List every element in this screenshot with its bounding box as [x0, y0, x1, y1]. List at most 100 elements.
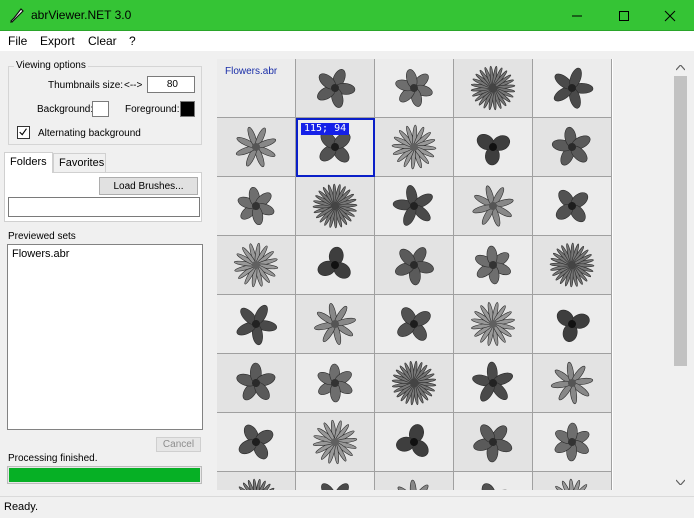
brush-thumbnail[interactable] [454, 295, 533, 354]
brush-thumbnail[interactable] [375, 354, 454, 413]
menu-export[interactable]: Export [40, 34, 75, 48]
progress-bar [7, 466, 202, 484]
flower-brush-icon [397, 479, 429, 490]
flower-brush-icon [238, 424, 274, 460]
brush-thumbnail[interactable] [296, 354, 375, 413]
brush-thumbnail[interactable] [296, 236, 375, 295]
tab-folders[interactable]: Folders [4, 152, 53, 173]
background-label: Background: [37, 104, 94, 115]
brush-thumbnail[interactable] [533, 354, 612, 413]
brush-thumbnail[interactable] [217, 236, 296, 295]
set-header-cell[interactable]: Flowers.abr [217, 59, 296, 118]
menu-bar: File Export Clear ? [0, 31, 694, 51]
brush-thumbnail[interactable] [454, 413, 533, 472]
flower-brush-icon [551, 126, 591, 166]
scroll-up-arrow[interactable] [672, 59, 689, 76]
brush-thumbnail[interactable] [375, 413, 454, 472]
flower-brush-icon [553, 67, 594, 109]
status-text: Ready. [4, 501, 39, 513]
brush-thumbnail[interactable] [296, 177, 375, 236]
brush-thumbnail[interactable] [296, 295, 375, 354]
close-button[interactable] [647, 0, 693, 31]
brush-thumbnail[interactable] [217, 472, 296, 490]
thumbnail-viewer[interactable]: Flowers.abr 115; 94 [217, 59, 613, 490]
brush-thumbnail[interactable] [217, 354, 296, 413]
flower-brush-icon [475, 245, 511, 285]
brush-thumbnail[interactable] [533, 59, 612, 118]
chevron-up-icon [676, 64, 685, 70]
flower-brush-icon [396, 424, 429, 457]
brush-thumbnail[interactable] [454, 118, 533, 177]
brush-thumbnail[interactable]: 115; 94 [296, 118, 375, 177]
resize-arrows-label: <--> [124, 80, 143, 91]
brush-thumbnail[interactable] [296, 413, 375, 472]
list-item[interactable]: Flowers.abr [12, 248, 69, 260]
alternating-background-checkbox[interactable] [17, 126, 30, 139]
flower-brush-icon [395, 247, 434, 286]
brush-thumbnail[interactable] [533, 295, 612, 354]
title-bar[interactable]: abrViewer.NET 3.0 [0, 0, 694, 31]
menu-file[interactable]: File [8, 34, 27, 48]
background-color-swatch[interactable] [92, 101, 109, 117]
scrollbar-thumb[interactable] [674, 76, 687, 366]
minimize-button[interactable] [554, 0, 600, 31]
thumbnail-grid: Flowers.abr 115; 94 [217, 59, 612, 490]
brush-thumbnail[interactable] [533, 472, 612, 490]
brush-size-badge: 115; 94 [301, 123, 350, 135]
brush-thumbnail[interactable] [375, 472, 454, 490]
flower-brush-icon [391, 124, 437, 170]
flower-brush-icon [317, 246, 351, 279]
flower-brush-icon [555, 189, 589, 223]
set-name-label: Flowers.abr [225, 66, 278, 77]
thumbnails-size-label: Thumbnails size: [48, 80, 124, 91]
vertical-scrollbar[interactable] [672, 59, 689, 490]
foreground-color-swatch[interactable] [180, 101, 195, 117]
flower-brush-icon [554, 422, 590, 462]
flower-brush-icon [472, 361, 513, 402]
brush-thumbnail[interactable] [375, 177, 454, 236]
load-brushes-button[interactable]: Load Brushes... [99, 177, 198, 195]
processing-status-label: Processing finished. [8, 453, 98, 464]
brush-thumbnail[interactable] [454, 472, 533, 490]
flower-brush-icon [473, 424, 513, 463]
brush-thumbnail[interactable] [533, 177, 612, 236]
maximize-button[interactable] [601, 0, 647, 31]
flower-brush-icon [233, 242, 279, 288]
thumbnails-size-input[interactable]: 80 [147, 76, 195, 93]
brush-thumbnail[interactable] [533, 413, 612, 472]
brush-icon [10, 8, 24, 23]
menu-help[interactable]: ? [129, 34, 136, 48]
previewed-sets-list[interactable]: Flowers.abr [7, 244, 203, 430]
flower-brush-icon [391, 360, 437, 406]
previewed-sets-label: Previewed sets [8, 231, 76, 242]
brush-thumbnail[interactable] [217, 177, 296, 236]
brush-thumbnail[interactable] [454, 177, 533, 236]
progress-fill [9, 468, 200, 482]
brush-thumbnail[interactable] [217, 295, 296, 354]
flower-brush-icon [392, 185, 433, 226]
flower-brush-icon [321, 483, 349, 490]
flower-brush-icon [238, 478, 275, 490]
brush-thumbnail[interactable] [217, 413, 296, 472]
brush-thumbnail[interactable] [375, 59, 454, 118]
folder-path-input[interactable] [8, 197, 200, 217]
brush-thumbnail[interactable] [296, 59, 375, 118]
flower-brush-icon [312, 419, 358, 465]
brush-thumbnail[interactable] [375, 236, 454, 295]
tab-favorites[interactable]: Favorites [53, 153, 106, 173]
brush-thumbnail[interactable] [454, 354, 533, 413]
brush-thumbnail[interactable] [454, 236, 533, 295]
brush-thumbnail[interactable] [533, 236, 612, 295]
brush-thumbnail[interactable] [375, 295, 454, 354]
brush-thumbnail[interactable] [375, 118, 454, 177]
maximize-icon [619, 10, 629, 21]
brush-thumbnail[interactable] [454, 59, 533, 118]
menu-clear[interactable]: Clear [88, 34, 117, 48]
cancel-button[interactable]: Cancel [156, 437, 201, 452]
folders-tab-pane: Load Brushes... [4, 172, 202, 222]
scroll-down-arrow[interactable] [672, 473, 689, 490]
flower-brush-icon [481, 483, 511, 490]
brush-thumbnail[interactable] [217, 118, 296, 177]
brush-thumbnail[interactable] [533, 118, 612, 177]
brush-thumbnail[interactable] [296, 472, 375, 490]
